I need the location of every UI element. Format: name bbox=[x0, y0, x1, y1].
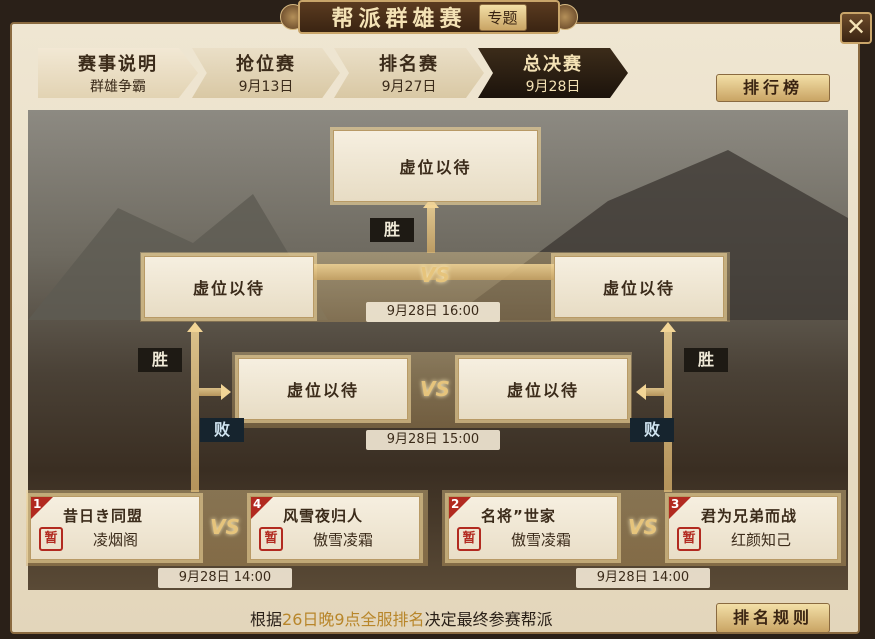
leaderboard-button[interactable]: 排行榜 bbox=[716, 74, 830, 102]
tab-label: 排名赛 bbox=[379, 54, 439, 75]
seal-icon: 暂 bbox=[677, 527, 701, 551]
third-left-slot: 虚位以待 bbox=[238, 358, 408, 420]
footer-highlight: 26日晚9点全服排名 bbox=[282, 610, 425, 629]
semifinal-right-slot: 虚位以待 bbox=[554, 256, 724, 318]
team-card[interactable]: 2 名将”世家 暂 傲雪凌霜 bbox=[448, 496, 618, 560]
tab-label: 赛事说明 bbox=[78, 54, 158, 75]
arrow-up-icon bbox=[187, 322, 203, 332]
win-tag: 胜 bbox=[370, 218, 414, 242]
seal-icon: 暂 bbox=[457, 527, 481, 551]
arrow-right-icon bbox=[221, 384, 231, 400]
team-card[interactable]: 4 风雪夜归人 暂 傲雪凌霜 bbox=[250, 496, 420, 560]
stage-tabs: 赛事说明 群雄争霸 抢位赛 9月13日 排名赛 9月27日 总决赛 9月28日 bbox=[38, 48, 628, 98]
win-tag: 胜 bbox=[684, 348, 728, 372]
team-card[interactable]: 3 君为兄弟而战 暂 红颜知己 bbox=[668, 496, 838, 560]
team-card[interactable]: 1 昔日き同盟 暂 凌烟阁 bbox=[30, 496, 200, 560]
vs-icon: VS bbox=[420, 377, 450, 401]
match-time: 9月28日 14:00 bbox=[576, 568, 710, 588]
footer-note: 根据26日晚9点全服排名决定最终参赛帮派 bbox=[250, 606, 553, 630]
team-name: 风雪夜归人 bbox=[283, 507, 364, 525]
tab-ranking[interactable]: 排名赛 9月27日 bbox=[334, 48, 484, 98]
semifinal-left-slot: 虚位以待 bbox=[144, 256, 314, 318]
tab-label: 抢位赛 bbox=[236, 54, 296, 75]
footer-text: 决定最终参赛帮派 bbox=[424, 610, 553, 629]
title-plate: 帮派群雄赛 专题 bbox=[298, 0, 560, 34]
tab-label: 总决赛 bbox=[523, 54, 583, 75]
bracket-line bbox=[664, 330, 672, 492]
tab-sublabel: 9月28日 bbox=[525, 79, 581, 95]
arrow-up-icon bbox=[660, 322, 676, 332]
seed-number: 3 bbox=[671, 497, 680, 511]
final-slot: 虚位以待 bbox=[333, 130, 538, 202]
tab-qualifier[interactable]: 抢位赛 9月13日 bbox=[192, 48, 340, 98]
vs-icon: VS bbox=[210, 515, 240, 539]
vs-icon: VS bbox=[420, 263, 450, 287]
page-title: 帮派群雄赛 bbox=[331, 7, 467, 32]
lose-tag: 败 bbox=[200, 418, 244, 442]
ranking-rules-button[interactable]: 排名规则 bbox=[716, 603, 830, 633]
match-time: 9月28日 15:00 bbox=[366, 430, 500, 450]
tab-sublabel: 9月27日 bbox=[381, 79, 437, 95]
bracket-line bbox=[199, 388, 221, 396]
bracket-line bbox=[427, 205, 435, 253]
close-button[interactable]: ✕ bbox=[840, 12, 872, 44]
team-name: 君为兄弟而战 bbox=[701, 507, 798, 525]
tab-final[interactable]: 总决赛 9月28日 bbox=[478, 48, 628, 98]
seal-icon: 暂 bbox=[259, 527, 283, 551]
arrow-left-icon bbox=[636, 384, 646, 400]
topic-button[interactable]: 专题 bbox=[478, 3, 527, 31]
tab-sublabel: 群雄争霸 bbox=[90, 79, 146, 95]
third-right-slot: 虚位以待 bbox=[458, 358, 628, 420]
team-leader: 傲雪凌霜 bbox=[313, 531, 374, 549]
bracket-line bbox=[646, 388, 664, 396]
match-time: 9月28日 14:00 bbox=[158, 568, 292, 588]
seed-number: 4 bbox=[253, 497, 262, 511]
team-name: 名将”世家 bbox=[481, 507, 556, 525]
seed-number: 1 bbox=[33, 497, 42, 511]
vs-icon: VS bbox=[628, 515, 658, 539]
lose-tag: 败 bbox=[630, 418, 674, 442]
footer-text: 根据 bbox=[250, 610, 283, 629]
match-time: 9月28日 16:00 bbox=[366, 302, 500, 322]
team-name: 昔日き同盟 bbox=[63, 507, 144, 525]
seed-number: 2 bbox=[451, 497, 460, 511]
win-tag: 胜 bbox=[138, 348, 182, 372]
seal-icon: 暂 bbox=[39, 527, 63, 551]
team-leader: 红颜知己 bbox=[731, 531, 792, 549]
tab-sublabel: 9月13日 bbox=[238, 79, 294, 95]
team-leader: 傲雪凌霜 bbox=[511, 531, 572, 549]
tab-rules[interactable]: 赛事说明 群雄争霸 bbox=[38, 48, 198, 98]
team-leader: 凌烟阁 bbox=[93, 531, 139, 549]
bracket-line bbox=[191, 330, 199, 492]
